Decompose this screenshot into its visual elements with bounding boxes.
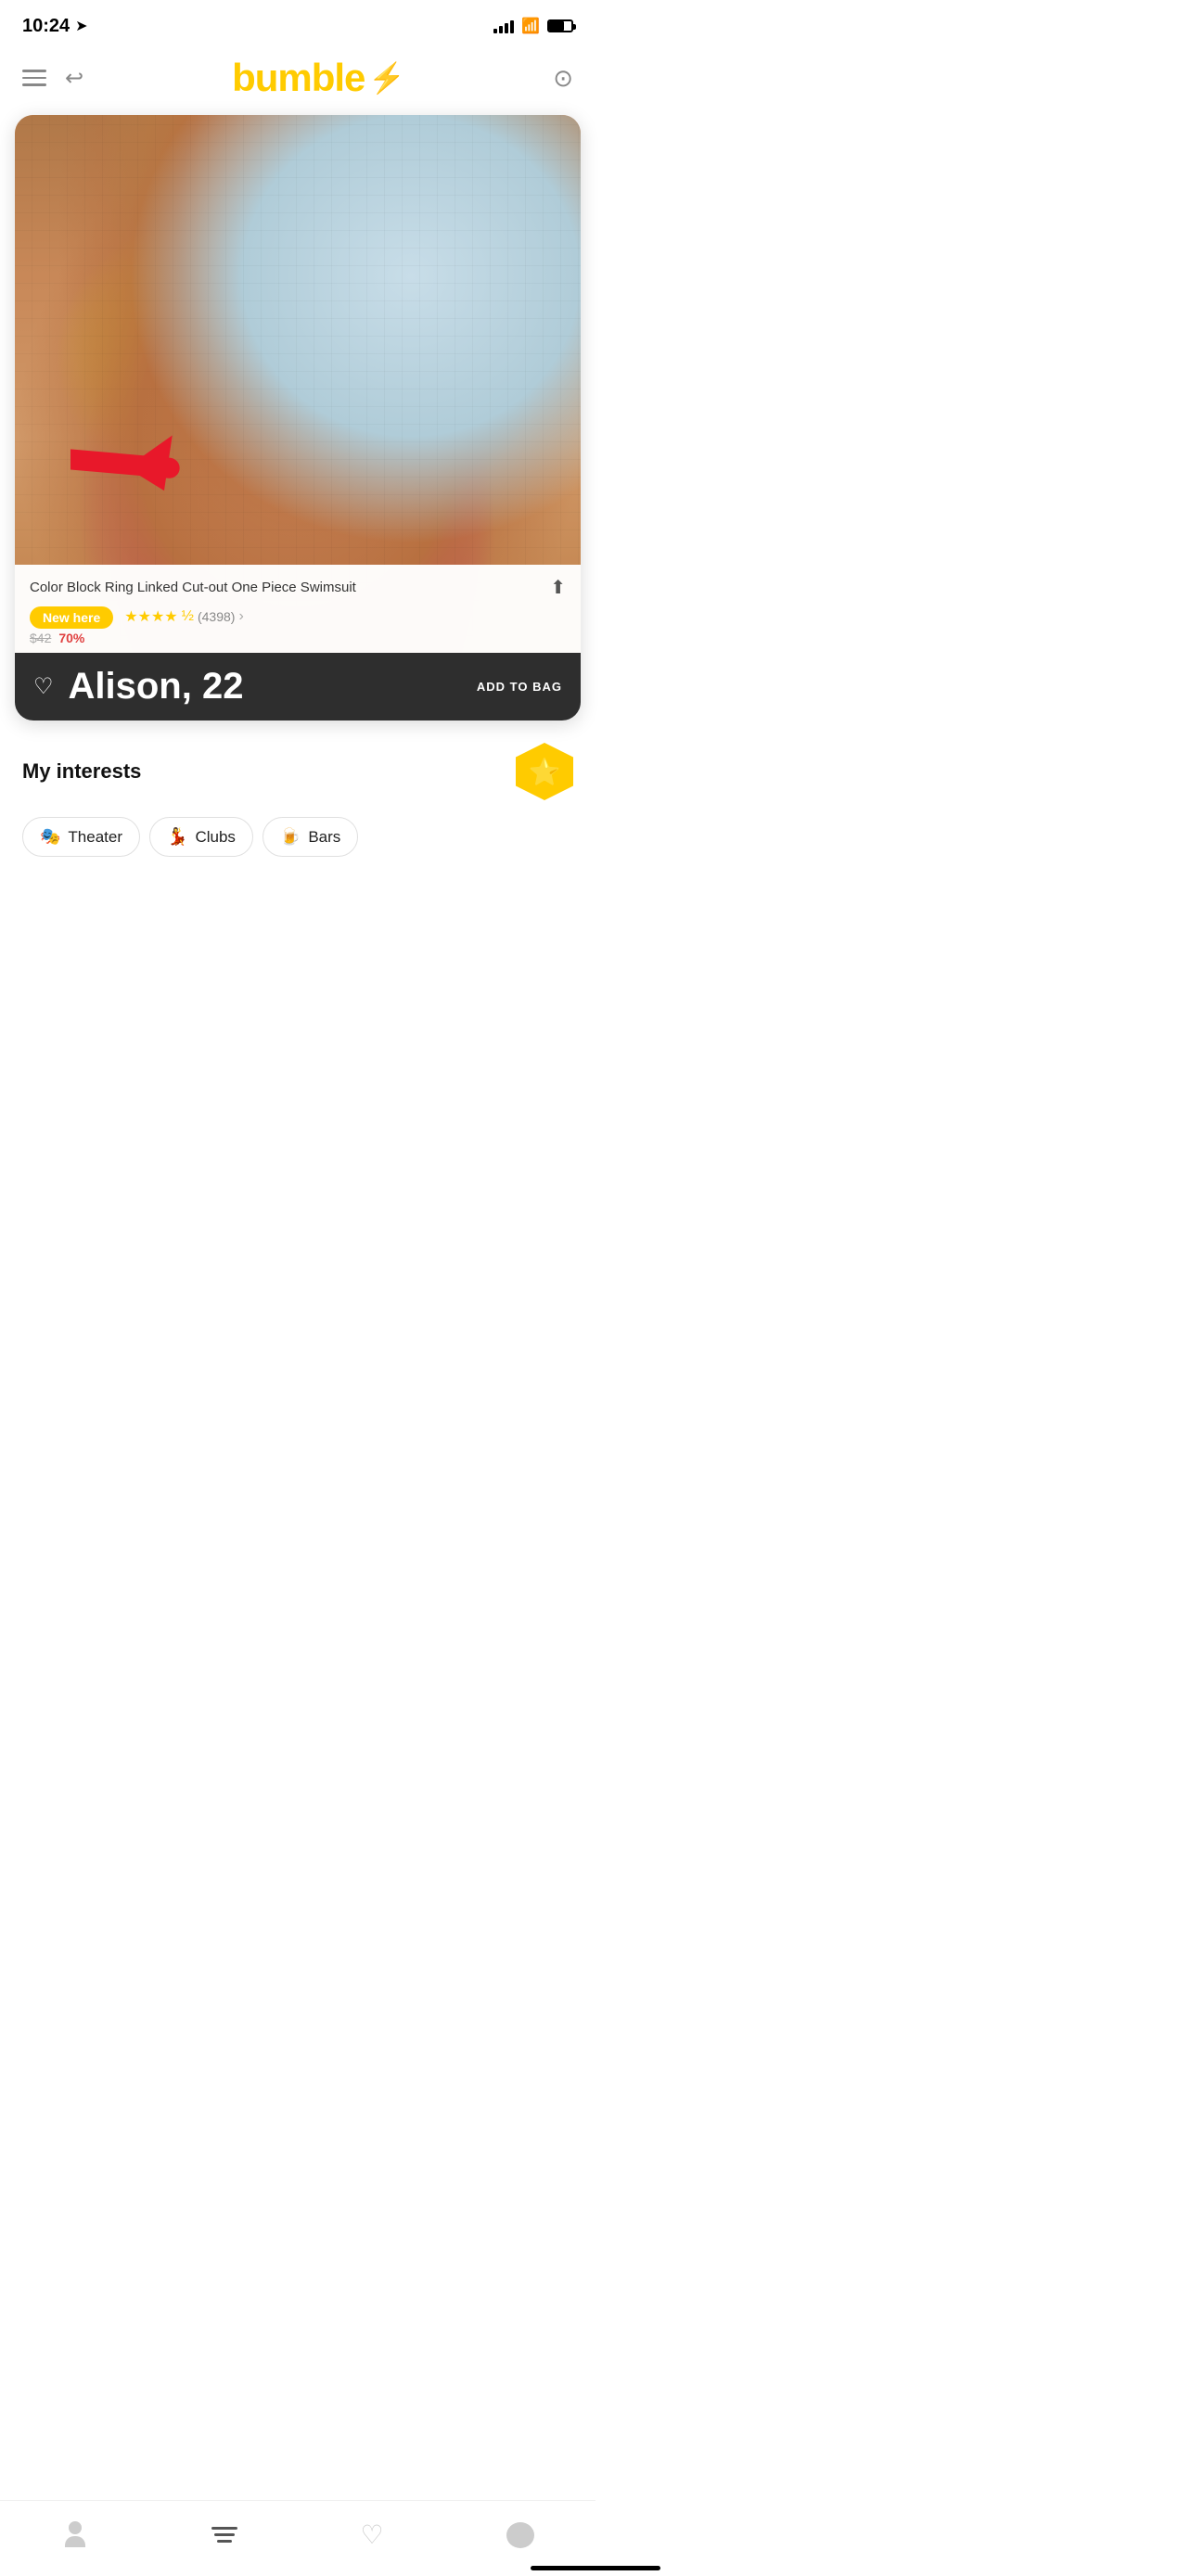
profile-name: Alison, 22 (69, 666, 462, 708)
chevron-right-icon[interactable]: › (238, 608, 243, 625)
interests-tags: 🎭 Theater 💃 Clubs 🍺 Bars (22, 817, 573, 857)
like-button[interactable]: ♡ (33, 673, 54, 700)
heart-nav-icon: ♡ (361, 2519, 384, 2550)
interests-title: My interests (22, 759, 141, 784)
profile-photo: Color Block Ring Linked Cut-out One Piec… (15, 115, 581, 653)
status-icons: 📶 (493, 17, 573, 35)
red-arrow (70, 407, 191, 514)
stars-row: ★★★★½ (4398) › (124, 607, 244, 626)
name-bar: ♡ Alison, 22 ADD TO BAG (15, 653, 581, 721)
status-time: 10:24 ➤ (22, 16, 88, 37)
theater-label: Theater (68, 828, 122, 847)
theater-emoji: 🎭 (40, 827, 60, 847)
bars-label: Bars (308, 828, 340, 847)
status-bar: 10:24 ➤ 📶 (0, 0, 596, 48)
interest-tag-theater[interactable]: 🎭 Theater (22, 817, 140, 857)
discount-price: 70% (58, 631, 84, 645)
nav-messages[interactable] (492, 2519, 549, 2552)
location-icon: ➤ (75, 17, 87, 35)
interest-tag-clubs[interactable]: 💃 Clubs (149, 817, 253, 857)
filter-button[interactable]: ⊙ (553, 64, 573, 93)
clubs-emoji: 💃 (167, 827, 187, 847)
chat-nav-icon (506, 2522, 534, 2548)
nav-likes[interactable]: ♡ (346, 2516, 399, 2554)
interests-section: My interests ⭐ 🎭 Theater 💃 Clubs 🍺 Bars (0, 721, 596, 872)
nav-profile[interactable] (46, 2518, 104, 2553)
add-to-bag-button[interactable]: ADD TO BAG (477, 680, 562, 694)
home-indicator (531, 2566, 660, 2570)
new-here-badge: New here (30, 606, 113, 629)
menu-button[interactable] (22, 70, 46, 86)
original-price: $42 (30, 631, 51, 645)
header: ↩ bumble⚡ ⊙ (0, 48, 596, 115)
wifi-icon: 📶 (521, 17, 540, 35)
nav-stack[interactable] (197, 2523, 252, 2546)
product-overlay: Color Block Ring Linked Cut-out One Piec… (15, 565, 581, 653)
boost-star-icon: ⭐ (529, 757, 561, 787)
stack-nav-icon (211, 2527, 237, 2543)
battery-icon (547, 19, 573, 32)
back-button[interactable]: ↩ (65, 65, 83, 92)
bars-emoji: 🍺 (280, 827, 301, 847)
boost-button[interactable]: ⭐ (516, 743, 573, 800)
clubs-label: Clubs (195, 828, 235, 847)
review-count: (4398) (198, 609, 235, 624)
app-logo: bumble⚡ (232, 56, 404, 100)
share-button[interactable]: ⬆ (550, 576, 566, 599)
profile-card: Color Block Ring Linked Cut-out One Piec… (15, 115, 581, 721)
interest-tag-bars[interactable]: 🍺 Bars (263, 817, 358, 857)
profile-nav-icon (61, 2521, 89, 2549)
product-name: Color Block Ring Linked Cut-out One Piec… (30, 580, 550, 595)
signal-bars (493, 19, 514, 33)
bottom-nav: ♡ (0, 2500, 596, 2576)
price-row: $42 70% (30, 631, 566, 645)
